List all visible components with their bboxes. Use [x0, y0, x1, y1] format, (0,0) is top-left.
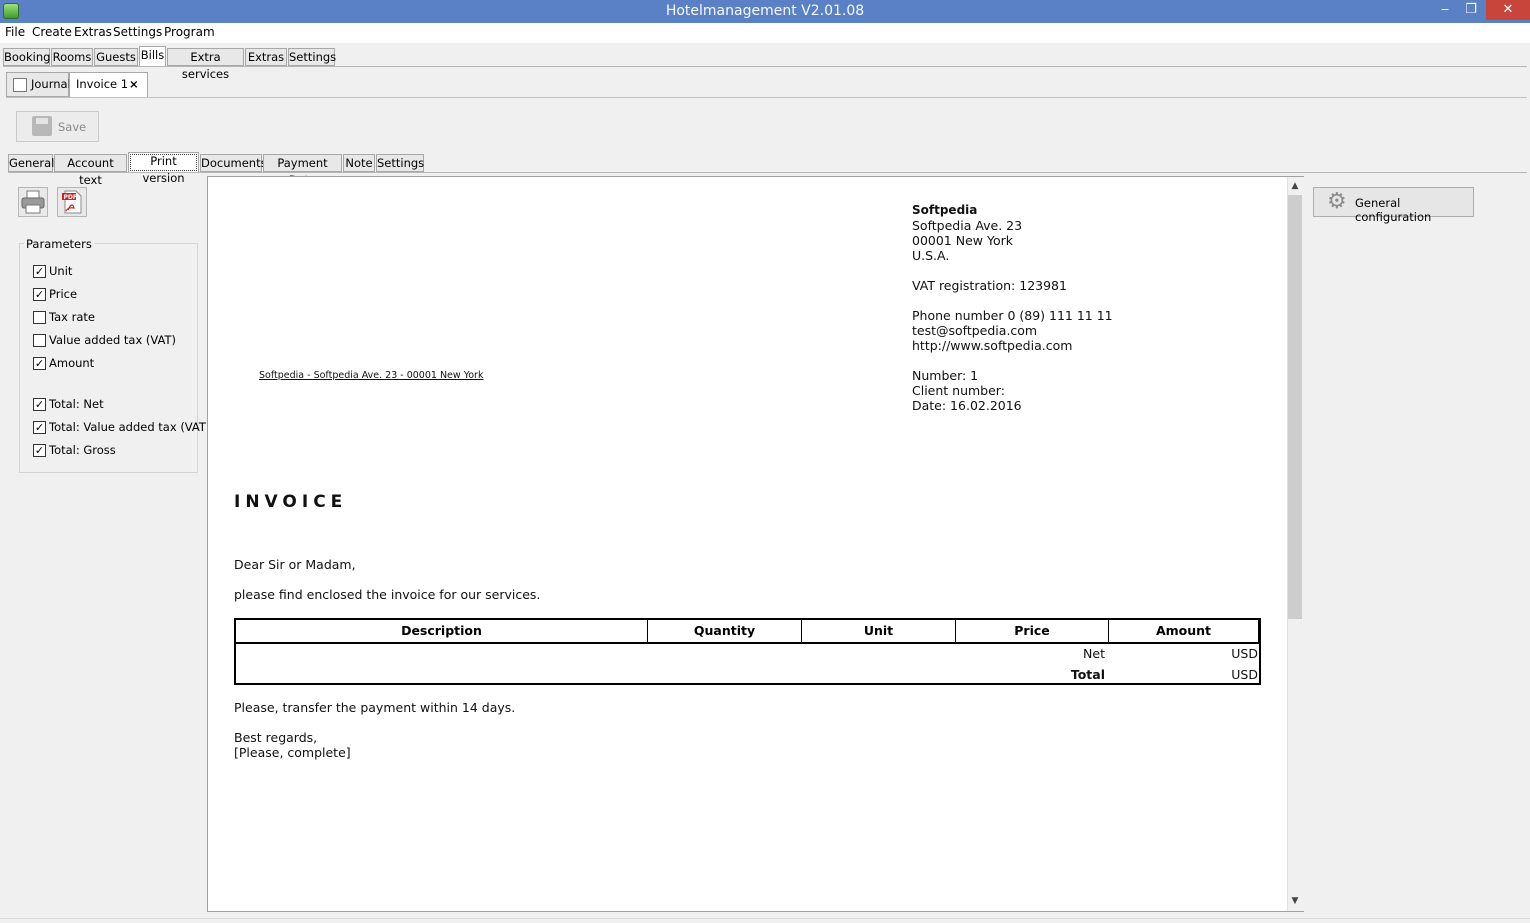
param-total-net-label: Total: Net	[49, 397, 104, 411]
invoice-heading: INVOICE	[234, 492, 348, 512]
tab-divider	[3, 66, 1527, 67]
menu-settings[interactable]: Settings	[113, 25, 162, 39]
print-preview[interactable]	[207, 176, 1304, 912]
checkbox-total-vat[interactable]: ✓	[33, 421, 46, 434]
close-tab-icon[interactable]: ×	[129, 73, 139, 96]
doc-tab-journal-label: Journal	[31, 77, 71, 91]
invoice-table: Description Quantity Unit Price Amount N…	[234, 618, 1261, 685]
col-quantity: Quantity	[648, 620, 802, 642]
tab-booking[interactable]: Booking	[3, 48, 50, 66]
doc-tab-invoice-label: Invoice 1	[76, 77, 129, 91]
window-title: Hotelmanagement V2.01.08	[665, 3, 865, 19]
printer-icon	[21, 190, 45, 214]
subtab-divider	[8, 172, 1527, 173]
closing: Best regards,	[234, 730, 318, 745]
company-country: U.S.A.	[912, 248, 950, 263]
close-button[interactable]: ✕	[1486, 0, 1530, 20]
payment-note: Please, transfer the payment within 14 d…	[234, 700, 516, 715]
checkbox-unit[interactable]: ✓	[33, 265, 46, 278]
checkbox-vat[interactable]	[33, 334, 46, 347]
param-price-label: Price	[49, 287, 78, 301]
pdf-icon: PDF	[62, 190, 82, 214]
col-amount: Amount	[1109, 620, 1259, 642]
param-amount-label: Amount	[49, 356, 95, 370]
menu-extras[interactable]: Extras	[74, 25, 112, 39]
window-bottom-edge	[0, 918, 1530, 919]
email: test@softpedia.com	[912, 323, 1038, 338]
invoice-date: Date: 16.02.2016	[912, 398, 1022, 413]
tab-extra-services[interactable]: Extra services	[167, 48, 244, 81]
website: http://www.softpedia.com	[912, 338, 1073, 353]
pdf-export-button[interactable]: PDF	[57, 187, 87, 217]
print-button[interactable]	[18, 187, 48, 217]
doc-tab-journal[interactable]: Journal	[6, 72, 71, 97]
sender-line: Softpedia - Softpedia Ave. 23 - 00001 Ne…	[259, 370, 484, 381]
param-total-vat-label: Total: Value added tax (VAT)	[49, 420, 211, 434]
tab-guests[interactable]: Guests	[94, 48, 138, 66]
col-unit: Unit	[802, 620, 956, 642]
vat-registration: VAT registration: 123981	[912, 278, 1067, 293]
tab-settings[interactable]: Settings	[288, 48, 336, 66]
journal-icon	[13, 78, 27, 92]
subtab-general[interactable]: General	[8, 154, 54, 172]
net-label: Net	[1083, 646, 1105, 661]
table-header-line	[236, 642, 1259, 644]
scroll-up-icon[interactable]: ▲	[1289, 181, 1301, 191]
checkbox-tax-rate[interactable]	[33, 311, 46, 324]
company-name: Softpedia	[912, 203, 978, 217]
subtab-payment-data[interactable]: Payment Data	[263, 154, 342, 187]
phone-number: Phone number 0 (89) 111 11 11	[912, 308, 1113, 323]
col-price: Price	[956, 620, 1109, 642]
scrollbar-thumb[interactable]	[1288, 195, 1302, 619]
svg-text:PDF: PDF	[64, 194, 77, 201]
salutation: Dear Sir or Madam,	[234, 557, 356, 572]
tab-rooms[interactable]: Rooms	[51, 48, 93, 66]
subtab-print-version[interactable]: Print version	[128, 152, 199, 185]
tab-extras[interactable]: Extras	[245, 48, 287, 66]
tab-bills[interactable]: Bills	[139, 46, 166, 67]
subtab-account-text[interactable]: Account text	[54, 154, 127, 187]
save-label: Save	[58, 120, 87, 134]
company-address-2: 00001 New York	[912, 233, 1013, 248]
intro-text: please find enclosed the invoice for our…	[234, 587, 541, 602]
parameters-title: Parameters	[24, 237, 94, 251]
gear-icon: ⚙	[1327, 189, 1347, 214]
maximize-button[interactable]: ❐	[1458, 0, 1484, 20]
menu-program[interactable]: Program	[164, 25, 215, 39]
checkbox-total-gross[interactable]: ✓	[33, 444, 46, 457]
checkbox-price[interactable]: ✓	[33, 288, 46, 301]
subtab-documents[interactable]: Documents	[200, 154, 267, 172]
subtab-note[interactable]: Note	[343, 154, 375, 172]
checkbox-amount[interactable]: ✓	[33, 357, 46, 370]
scroll-down-icon[interactable]: ▼	[1289, 896, 1301, 906]
menu-bar: File Create Extras Settings Program	[0, 23, 1530, 43]
menu-create[interactable]: Create	[32, 25, 72, 39]
total-value: USD	[1231, 667, 1258, 682]
signature: [Please, complete]	[234, 745, 351, 760]
company-address-1: Softpedia Ave. 23	[912, 218, 1023, 233]
general-configuration-label: General configuration	[1355, 196, 1432, 224]
param-tax-rate-label: Tax rate	[49, 310, 95, 324]
checkbox-total-net[interactable]: ✓	[33, 398, 46, 411]
invoice-number: Number: 1	[912, 368, 979, 383]
title-bar: Hotelmanagement V2.01.08 ‒ ❐ ✕	[0, 0, 1530, 23]
net-value: USD	[1231, 646, 1258, 661]
save-button[interactable]: Save	[16, 111, 99, 142]
doc-tab-invoice[interactable]: Invoice 1 ×	[69, 72, 148, 97]
param-unit-label: Unit	[49, 264, 73, 278]
menu-file[interactable]: File	[5, 25, 25, 39]
general-configuration-button[interactable]: ⚙ General configuration	[1313, 187, 1474, 224]
minimize-button[interactable]: ‒	[1432, 0, 1458, 20]
doc-tab-divider	[6, 97, 1527, 98]
col-description: Description	[236, 620, 648, 642]
floppy-disk-icon	[32, 116, 52, 136]
total-label: Total	[1070, 667, 1105, 682]
client-number: Client number:	[912, 383, 1005, 398]
param-vat-label: Value added tax (VAT)	[49, 333, 177, 347]
subtab-settings[interactable]: Settings	[376, 154, 424, 172]
param-total-gross-label: Total: Gross	[49, 443, 116, 457]
